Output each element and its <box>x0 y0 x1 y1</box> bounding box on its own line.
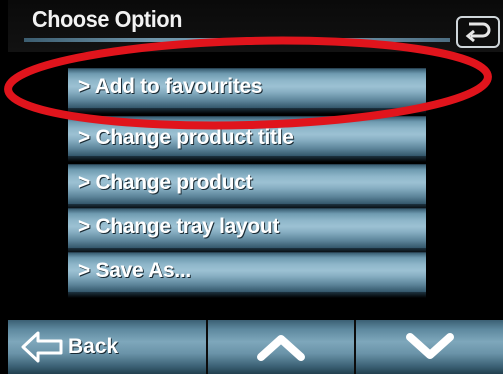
chevron-up-icon <box>257 335 305 361</box>
menu-item-label: > Save As... <box>78 259 191 282</box>
menu-item-label: > Change product title <box>78 126 294 149</box>
menu-item-change-product-title[interactable]: > Change product title <box>68 116 426 162</box>
menu-item-label: > Change product <box>78 171 253 194</box>
back-arrow-icon <box>21 331 63 363</box>
title-bar: Choose Option <box>8 0 503 52</box>
scroll-up-button[interactable] <box>206 320 354 374</box>
bottom-toolbar: Back <box>8 320 503 374</box>
back-label: Back <box>68 335 119 358</box>
menu-item-label: > Change tray layout <box>78 215 280 238</box>
scroll-down-button[interactable] <box>354 320 503 374</box>
return-arrow-icon <box>465 22 491 43</box>
touch-screen: Choose Option > Add to favourites > Chan… <box>0 0 503 374</box>
page-title: Choose Option <box>32 6 183 32</box>
return-button[interactable] <box>456 16 500 48</box>
menu-item-change-product[interactable]: > Change product <box>68 164 426 210</box>
title-underline <box>24 38 450 42</box>
chevron-down-icon <box>405 333 454 359</box>
option-menu: > Add to favourites > Change product tit… <box>0 52 503 322</box>
menu-item-add-to-favourites[interactable]: > Add to favourites <box>68 68 426 114</box>
back-button[interactable]: Back <box>8 320 206 374</box>
menu-item-label: > Add to favourites <box>78 75 263 98</box>
menu-item-save-as[interactable]: > Save As... <box>68 252 426 298</box>
menu-item-change-tray-layout[interactable]: > Change tray layout <box>68 208 426 254</box>
